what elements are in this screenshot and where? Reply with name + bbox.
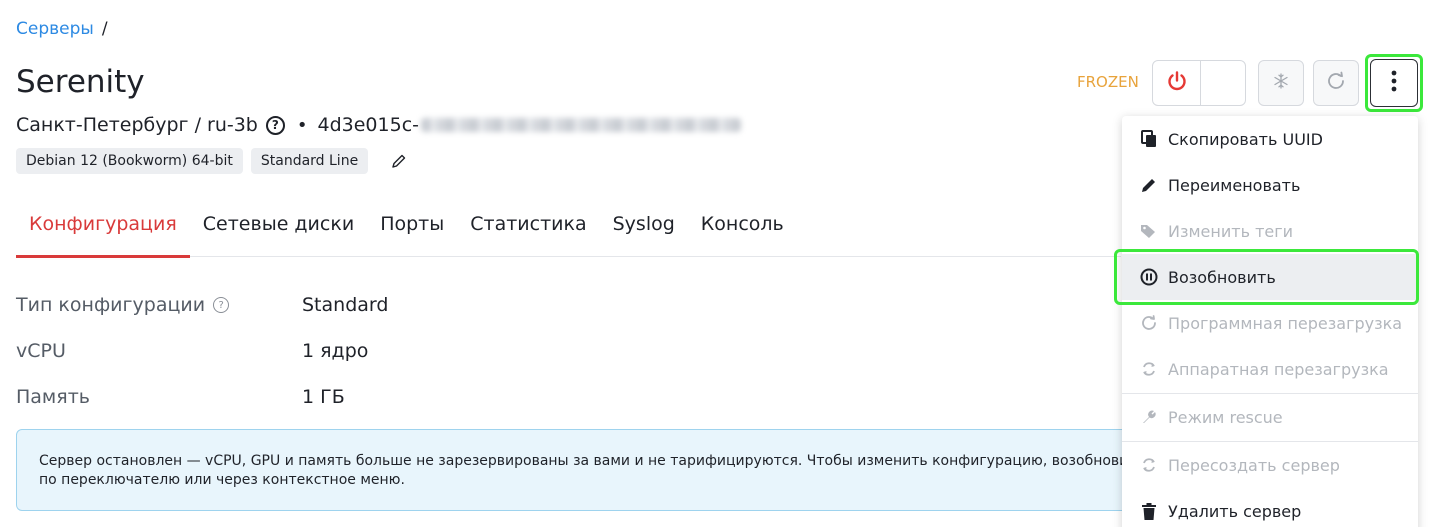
resume-highlight: [1114, 249, 1419, 305]
server-subline: Санкт-Петербург / ru-3b ? • 4d3e015c-: [16, 112, 741, 138]
config-vcpu-value: 1 ядро: [302, 340, 369, 362]
config-type-value: Standard: [302, 294, 389, 316]
breadcrumb: Серверы /: [16, 19, 108, 39]
menu-label: Изменить теги: [1168, 221, 1294, 241]
server-location: Санкт-Петербург / ru-3b: [16, 114, 258, 136]
server-tags: Debian 12 (Bookworm) 64-bit Standard Lin…: [16, 148, 408, 174]
freeze-button[interactable]: [1258, 60, 1304, 106]
location-help-icon[interactable]: ?: [265, 115, 285, 135]
menu-label: Пересоздать сервер: [1168, 455, 1340, 475]
kebab-menu-icon: [1391, 70, 1397, 96]
pencil-icon: [1140, 176, 1158, 194]
alert-line-1: Сервер остановлен — vCPU, GPU и память б…: [39, 453, 1137, 469]
menu-label: Программная перезагрузка: [1168, 313, 1403, 333]
config-vcpu-label: vCPU: [16, 340, 66, 362]
edit-tags-pencil-icon[interactable]: [390, 152, 408, 170]
snowflake-icon: [1272, 72, 1290, 94]
tab-console[interactable]: Консоль: [688, 200, 797, 257]
power-toggle-track[interactable]: [1201, 61, 1245, 105]
menu-label: Режим rescue: [1168, 407, 1283, 427]
menu-item-delete[interactable]: Удалить сервер: [1122, 488, 1418, 527]
tab-bar: Конфигурация Сетевые диски Порты Статист…: [16, 200, 1121, 258]
reboot-button[interactable]: [1313, 60, 1359, 106]
menu-item-hard-reboot[interactable]: Аппаратная перезагрузка: [1122, 346, 1418, 392]
alert-line-2: по переключателю или через контекстное м…: [39, 472, 405, 488]
soft-reboot-icon: [1140, 314, 1158, 332]
breadcrumb-separator: /: [101, 19, 108, 39]
bullet-separator: •: [296, 114, 308, 136]
stopped-info-alert: Сервер остановлен — vCPU, GPU и память б…: [16, 429, 1146, 511]
tab-ports[interactable]: Порты: [367, 200, 457, 257]
config-label: Тип конфигурации ?: [16, 294, 302, 316]
config-memory-label: Память: [16, 386, 90, 408]
menu-label: Переименовать: [1168, 175, 1301, 195]
breadcrumb-servers-link[interactable]: Серверы: [16, 19, 94, 39]
menu-item-rename[interactable]: Переименовать: [1122, 162, 1418, 208]
configuration-list: Тип конфигурации ? Standard vCPU 1 ядро …: [16, 282, 388, 420]
menu-item-copy-uuid[interactable]: Скопировать UUID: [1122, 116, 1418, 162]
context-menu: Скопировать UUID Переименовать Изменить …: [1122, 116, 1418, 527]
server-uuid[interactable]: 4d3e015c-: [317, 114, 741, 136]
config-row-vcpu: vCPU 1 ядро: [16, 328, 388, 374]
more-actions-button[interactable]: [1370, 59, 1418, 107]
tag-os: Debian 12 (Bookworm) 64-bit: [16, 148, 243, 174]
tab-configuration[interactable]: Конфигурация: [16, 200, 190, 258]
menu-item-recreate[interactable]: Пересоздать сервер: [1122, 442, 1418, 488]
uuid-redacted: [421, 118, 741, 132]
tag-line: Standard Line: [250, 148, 369, 174]
menu-item-soft-reboot[interactable]: Программная перезагрузка: [1122, 300, 1418, 346]
server-uuid-prefix: 4d3e015c-: [317, 114, 420, 136]
recreate-icon: [1140, 456, 1158, 474]
tab-syslog[interactable]: Syslog: [600, 200, 688, 257]
refresh-icon: [1325, 70, 1347, 96]
page-title: Serenity: [16, 64, 145, 100]
copy-icon: [1140, 130, 1158, 148]
power-button[interactable]: [1153, 61, 1201, 105]
config-type-label: Тип конфигурации: [16, 294, 206, 316]
config-memory-value: 1 ГБ: [302, 386, 345, 408]
config-type-help-icon[interactable]: ?: [213, 297, 230, 313]
power-icon: [1166, 70, 1188, 96]
tab-network-disks[interactable]: Сетевые диски: [190, 200, 367, 257]
power-toggle[interactable]: [1152, 60, 1246, 106]
tag-icon: [1140, 222, 1158, 240]
menu-label: Скопировать UUID: [1168, 129, 1323, 149]
tab-statistics[interactable]: Статистика: [457, 200, 599, 257]
config-row-type: Тип конфигурации ? Standard: [16, 282, 388, 328]
status-badge: FROZEN: [1077, 73, 1139, 91]
menu-item-rescue-mode[interactable]: Режим rescue: [1122, 394, 1418, 440]
wrench-icon: [1140, 408, 1158, 426]
menu-label: Удалить сервер: [1168, 501, 1302, 521]
config-row-memory: Память 1 ГБ: [16, 374, 388, 420]
menu-label: Аппаратная перезагрузка: [1168, 359, 1389, 379]
menu-item-edit-tags[interactable]: Изменить теги: [1122, 208, 1418, 254]
hard-reboot-icon: [1140, 360, 1158, 378]
trash-icon: [1140, 502, 1158, 520]
